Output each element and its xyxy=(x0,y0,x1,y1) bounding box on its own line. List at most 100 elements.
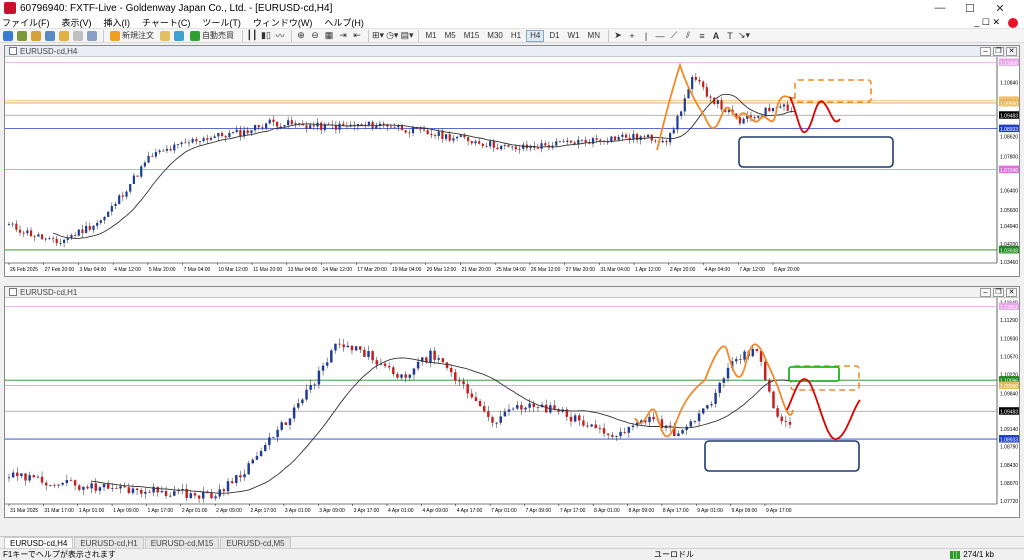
tab-eurusd-m15[interactable]: EURUSD-cd,M15 xyxy=(144,537,220,548)
candle-body xyxy=(590,424,593,427)
tab-eurusd-h1[interactable]: EURUSD-cd,H1 xyxy=(74,537,144,548)
autoscroll-icon[interactable]: ⇥ xyxy=(337,30,349,42)
candle-body xyxy=(231,131,235,133)
market-watch-icon[interactable] xyxy=(30,30,42,42)
status-help-text: F1キーでヘルプが表示されます xyxy=(3,550,116,559)
candle-body xyxy=(129,184,132,192)
tf-m5[interactable]: M5 xyxy=(442,30,459,42)
candle-body xyxy=(524,407,527,410)
connection-status[interactable]: 274/1 kb xyxy=(950,550,994,559)
text-tool-icon[interactable]: A xyxy=(710,30,722,42)
tab-eurusd-m5[interactable]: EURUSD-cd,M5 xyxy=(220,537,291,548)
price-label: 1.08070 xyxy=(1000,481,1018,487)
candle-body xyxy=(780,416,783,422)
price-label: 1.04940 xyxy=(1000,224,1018,230)
chart-restore-icon[interactable]: ❐ xyxy=(993,288,1004,297)
candle-body xyxy=(301,399,304,404)
chart-minimize-icon[interactable]: – xyxy=(980,288,991,297)
candle-body xyxy=(632,133,635,140)
line-chart-icon[interactable]: 〰 xyxy=(274,30,286,42)
tf-mn[interactable]: MN xyxy=(585,30,603,42)
candle-body xyxy=(342,123,345,126)
app-logo-icon xyxy=(4,2,16,14)
tile-windows-icon[interactable]: ▦ xyxy=(323,30,335,42)
price-label: 1.09990 xyxy=(1000,384,1018,390)
templates-icon[interactable]: ▤▾ xyxy=(400,30,413,42)
time-label: 4 Apr 01:00 xyxy=(388,508,414,514)
new-chart-icon[interactable] xyxy=(2,30,14,42)
tf-w1[interactable]: W1 xyxy=(565,30,583,42)
arrows-tool-icon[interactable]: ↘▾ xyxy=(738,30,750,42)
time-label: 26 Feb 2025 xyxy=(10,267,38,273)
tester-icon[interactable] xyxy=(86,30,98,42)
status-profile[interactable]: ユーロドル xyxy=(654,549,694,560)
vertical-line-icon[interactable]: | xyxy=(640,30,652,42)
chart-h4[interactable]: 1.116601.108401.100961.099901.094831.089… xyxy=(5,57,1019,276)
chart-h1[interactable]: 1.116401.115521.112901.109301.105701.102… xyxy=(5,298,1019,517)
candle-chart-icon[interactable]: ▮▯ xyxy=(260,30,272,42)
horizontal-line-icon[interactable]: — xyxy=(654,30,666,42)
tf-m15[interactable]: M15 xyxy=(461,30,483,42)
candle-body xyxy=(768,107,771,112)
menu-insert[interactable]: 挿入(I) xyxy=(104,16,131,29)
indicators-icon[interactable]: ⊞▾ xyxy=(372,30,384,42)
history-icon[interactable] xyxy=(173,30,185,42)
candle-body xyxy=(160,490,164,493)
close-icon[interactable]: ✕ xyxy=(985,0,1015,16)
tf-h1[interactable]: H1 xyxy=(508,30,524,42)
tf-m1[interactable]: M1 xyxy=(422,30,439,42)
candle-body xyxy=(272,437,275,438)
window-title: 60796940: FXTF-Live - Goldenway Japan Co… xyxy=(20,2,333,14)
menu-window[interactable]: ウィンドウ(W) xyxy=(253,16,313,29)
tf-d1[interactable]: D1 xyxy=(546,30,562,42)
channel-icon[interactable]: ⫽ xyxy=(682,30,694,42)
candle-body xyxy=(742,118,745,124)
menu-view[interactable]: 表示(V) xyxy=(62,16,92,29)
tf-m30[interactable]: M30 xyxy=(484,30,506,42)
candle-body xyxy=(788,421,792,425)
bar-chart-icon[interactable]: ┃┃ xyxy=(246,30,258,42)
menu-chart[interactable]: チャート(C) xyxy=(142,16,190,29)
chart-shift-icon[interactable]: ⇤ xyxy=(351,30,363,42)
menu-file[interactable]: ファイル(F) xyxy=(2,16,50,29)
candle-body xyxy=(144,491,147,494)
zoom-out-icon[interactable]: ⊖ xyxy=(309,30,321,42)
candle-body xyxy=(320,122,323,130)
chart-restore-icon[interactable]: ❐ xyxy=(993,47,1004,56)
time-label: 8 Apr 17:00 xyxy=(663,508,689,514)
candle-body xyxy=(217,132,220,137)
navigator-icon[interactable] xyxy=(58,30,70,42)
chart-window-buttons: – ❐ ✕ xyxy=(980,47,1017,56)
trendline-icon[interactable]: ⟋ xyxy=(668,30,680,42)
candle-body xyxy=(693,421,697,423)
restore-icon[interactable]: _ ☐ ✕ xyxy=(974,17,1000,28)
label-tool-icon[interactable]: T xyxy=(724,30,736,42)
new-order-button[interactable]: 新規注文 xyxy=(107,30,157,42)
candle-body xyxy=(342,344,345,348)
help-icon[interactable] xyxy=(1008,17,1018,28)
metaeditor-icon[interactable] xyxy=(159,30,171,42)
tf-h4[interactable]: H4 xyxy=(526,29,545,42)
terminal-icon[interactable] xyxy=(72,30,84,42)
chart-close-icon[interactable]: ✕ xyxy=(1006,288,1017,297)
candle-body xyxy=(325,362,329,366)
data-window-icon[interactable] xyxy=(44,30,56,42)
chart-close-icon[interactable]: ✕ xyxy=(1006,47,1017,56)
periods-icon[interactable]: ◷▾ xyxy=(386,30,398,42)
cursor-icon[interactable]: ➤ xyxy=(612,30,624,42)
crosshair-icon[interactable]: + xyxy=(626,30,638,42)
time-label: 3 Apr 01:00 xyxy=(285,508,311,514)
candle-body xyxy=(253,125,257,131)
auto-trade-button[interactable]: 自動売買 xyxy=(187,30,237,42)
maximize-icon[interactable]: ☐ xyxy=(955,0,985,16)
menu-help[interactable]: ヘルプ(H) xyxy=(324,16,364,29)
candle-body xyxy=(213,136,216,139)
menu-tools[interactable]: ツール(T) xyxy=(202,16,241,29)
chart-minimize-icon[interactable]: – xyxy=(980,47,991,56)
profiles-icon[interactable] xyxy=(16,30,28,42)
zoom-in-icon[interactable]: ⊕ xyxy=(295,30,307,42)
fibonacci-icon[interactable]: ≡ xyxy=(696,30,708,42)
minimize-icon[interactable]: — xyxy=(925,0,955,16)
candle-body xyxy=(454,372,457,381)
tab-eurusd-h4[interactable]: EURUSD-cd,H4 xyxy=(4,537,74,548)
